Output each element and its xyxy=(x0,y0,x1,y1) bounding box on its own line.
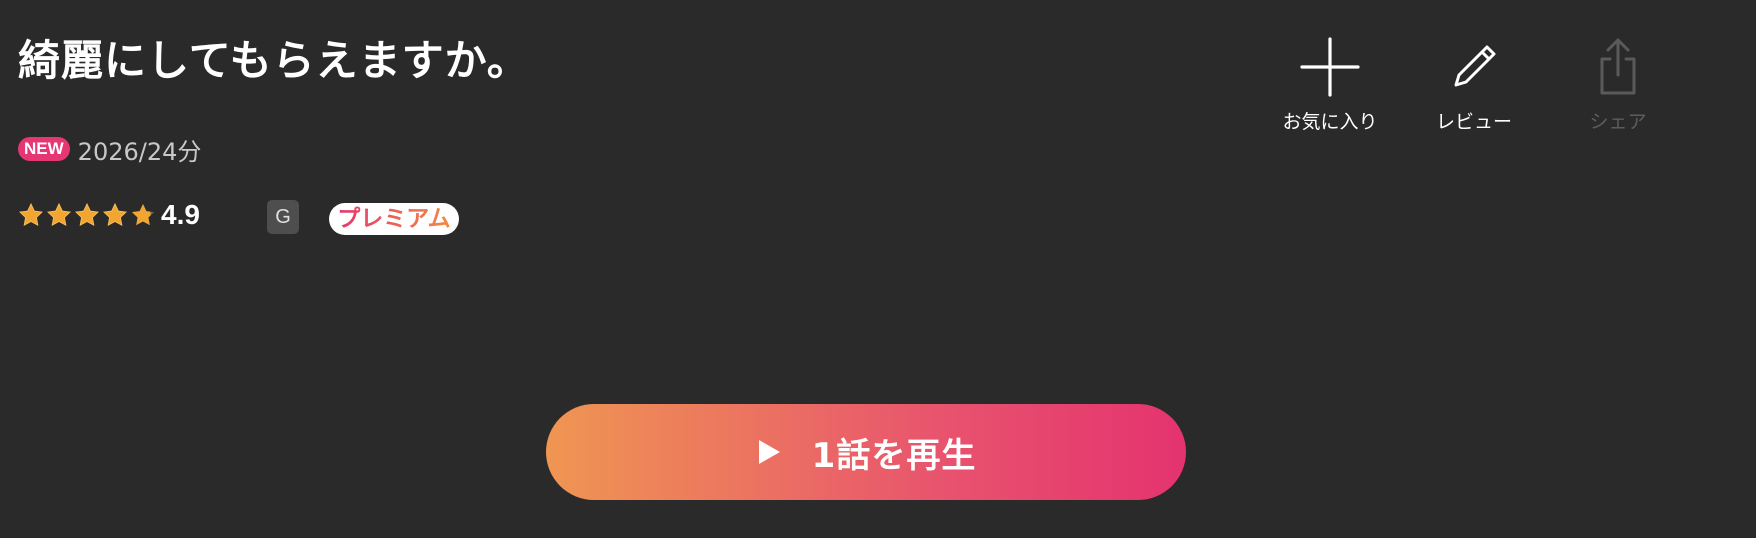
review-button[interactable]: レビュー xyxy=(1409,35,1539,150)
rating-row: 4.9 G プレミアム xyxy=(18,197,518,235)
meta-row: NEW 2026/24分 xyxy=(18,131,201,167)
share-label: シェア xyxy=(1589,111,1647,133)
star-rating xyxy=(18,202,158,228)
review-label: レビュー xyxy=(1435,111,1512,133)
new-badge: NEW xyxy=(18,137,70,161)
play-episode-button[interactable]: 1話を再生 xyxy=(546,404,1186,500)
play-episode-label: 1話を再生 xyxy=(811,435,977,476)
premium-label: プレミアム xyxy=(337,206,451,232)
star-partial-icon xyxy=(130,202,156,228)
favorite-label: お気に入り xyxy=(1282,111,1378,133)
star-icon xyxy=(102,202,128,228)
star-icon xyxy=(18,202,44,228)
year-duration: 2026/24分 xyxy=(77,137,202,166)
share-icon xyxy=(1586,35,1650,99)
star-icon xyxy=(46,202,72,228)
age-rating-badge: G xyxy=(267,200,299,234)
pencil-icon xyxy=(1442,35,1506,99)
star-icon xyxy=(74,202,100,228)
page-title: 綺麗にしてもらえますか。 xyxy=(18,36,530,85)
share-button[interactable]: シェア xyxy=(1553,35,1683,150)
rating-value: 4.9 xyxy=(161,199,200,230)
plus-icon xyxy=(1298,35,1362,99)
favorite-button[interactable]: お気に入り xyxy=(1265,35,1395,150)
premium-badge: プレミアム xyxy=(329,203,459,235)
play-icon xyxy=(756,438,782,466)
